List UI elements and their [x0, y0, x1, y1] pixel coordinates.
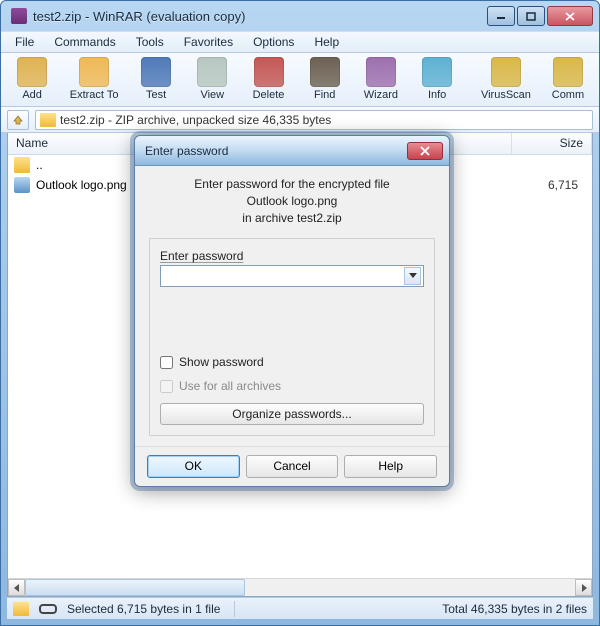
h-scrollbar[interactable]	[8, 578, 592, 596]
col-size[interactable]: Size	[512, 133, 592, 154]
dialog-message-line: Enter password for the encrypted file	[149, 176, 435, 193]
show-password-label: Show password	[179, 355, 264, 369]
image-icon	[14, 177, 30, 193]
status-selected: Selected 6,715 bytes in 1 file	[67, 602, 220, 616]
toolbar: Add Extract To Test View Delete Find Wiz…	[1, 53, 599, 107]
menu-file[interactable]: File	[5, 32, 44, 52]
minimize-button[interactable]	[487, 6, 515, 26]
menu-options[interactable]: Options	[243, 32, 304, 52]
status-divider	[234, 601, 235, 617]
titlebar[interactable]: test2.zip - WinRAR (evaluation copy)	[1, 1, 599, 31]
password-group: Enter password Show password Use for al	[149, 238, 435, 436]
window-title: test2.zip - WinRAR (evaluation copy)	[33, 9, 485, 24]
help-button[interactable]: Help	[344, 455, 437, 478]
status-total: Total 46,335 bytes in 2 files	[442, 602, 587, 616]
extract-icon	[79, 57, 109, 87]
tool-add[interactable]: Add	[5, 54, 59, 104]
dialog-body: Enter password for the encrypted file Ou…	[135, 166, 449, 446]
menu-favorites[interactable]: Favorites	[174, 32, 243, 52]
info-icon	[422, 57, 452, 87]
tool-comment[interactable]: Comm	[541, 54, 595, 104]
use-all-checkbox	[160, 380, 173, 393]
scroll-icon	[553, 57, 583, 87]
tool-virusscan[interactable]: VirusScan	[473, 54, 539, 104]
ok-button[interactable]: OK	[147, 455, 240, 478]
organize-passwords-button[interactable]: Organize passwords...	[160, 403, 424, 425]
window-controls	[485, 6, 593, 26]
scroll-track[interactable]	[25, 579, 575, 596]
maximize-button[interactable]	[517, 6, 545, 26]
main-window: test2.zip - WinRAR (evaluation copy) Fil…	[0, 0, 600, 626]
folder-icon	[14, 157, 30, 173]
tool-test[interactable]: Test	[129, 54, 183, 104]
dropdown-button[interactable]	[404, 267, 421, 285]
dialog-message-line: Outlook logo.png	[149, 193, 435, 210]
password-label: Enter password	[160, 249, 424, 263]
dialog-close-button[interactable]	[407, 142, 443, 160]
password-dialog: Enter password Enter password for the en…	[134, 135, 450, 487]
show-password-row[interactable]: Show password	[160, 355, 424, 369]
password-combo[interactable]	[160, 265, 424, 287]
path-text: test2.zip - ZIP archive, unpacked size 4…	[60, 113, 331, 127]
tool-view[interactable]: View	[185, 54, 239, 104]
address-bar: test2.zip - ZIP archive, unpacked size 4…	[1, 107, 599, 133]
show-password-checkbox[interactable]	[160, 356, 173, 369]
tool-wizard[interactable]: Wizard	[354, 54, 408, 104]
tool-find[interactable]: Find	[298, 54, 352, 104]
trash-icon	[254, 57, 284, 87]
close-button[interactable]	[547, 6, 593, 26]
dialog-buttons: OK Cancel Help	[135, 446, 449, 486]
books-icon	[17, 57, 47, 87]
scroll-right-button[interactable]	[575, 579, 592, 596]
path-field[interactable]: test2.zip - ZIP archive, unpacked size 4…	[35, 110, 593, 130]
menubar: File Commands Tools Favorites Options He…	[1, 31, 599, 53]
menu-commands[interactable]: Commands	[44, 32, 125, 52]
up-button[interactable]	[7, 110, 29, 130]
archive-icon	[40, 113, 56, 127]
cancel-button[interactable]: Cancel	[246, 455, 339, 478]
scales-icon	[197, 57, 227, 87]
scroll-left-button[interactable]	[8, 579, 25, 596]
wizard-icon	[366, 57, 396, 87]
use-all-label: Use for all archives	[179, 379, 281, 393]
bug-icon	[491, 57, 521, 87]
dialog-titlebar[interactable]: Enter password	[135, 136, 449, 166]
menu-help[interactable]: Help	[304, 32, 349, 52]
dialog-message-line: in archive test2.zip	[149, 210, 435, 227]
tool-info[interactable]: Info	[410, 54, 464, 104]
key-icon	[39, 604, 57, 614]
menu-tools[interactable]: Tools	[126, 32, 174, 52]
app-icon	[11, 8, 27, 24]
binoculars-icon	[310, 57, 340, 87]
dialog-title: Enter password	[145, 144, 407, 158]
tool-delete[interactable]: Delete	[241, 54, 295, 104]
password-input[interactable]	[165, 267, 404, 285]
dialog-message: Enter password for the encrypted file Ou…	[149, 176, 435, 226]
use-all-row: Use for all archives	[160, 379, 424, 393]
file-size: 6,715	[506, 178, 586, 192]
status-bar: Selected 6,715 bytes in 1 file Total 46,…	[7, 597, 593, 619]
scroll-thumb[interactable]	[25, 579, 245, 596]
flask-icon	[141, 57, 171, 87]
archive-status-icon	[13, 602, 29, 616]
tool-extract[interactable]: Extract To	[61, 54, 127, 104]
